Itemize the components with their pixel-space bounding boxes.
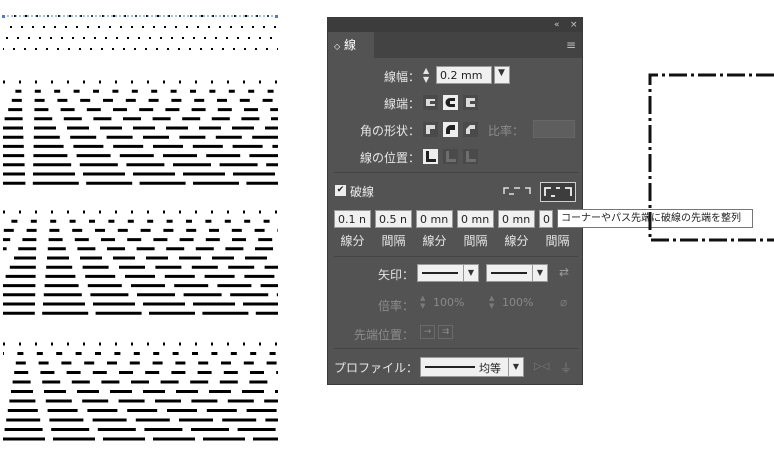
cap-label: 線端： [383, 97, 420, 111]
stepper-icon: ▲ ▼ [420, 294, 426, 310]
gap-label: 間隔 [463, 234, 488, 248]
divider [334, 172, 578, 173]
butt-cap-button[interactable] [423, 95, 438, 110]
gap-input[interactable]: 0 [539, 210, 553, 228]
dashed-label: 破線 [350, 185, 375, 199]
tab-stroke[interactable]: ◇ 線 [328, 32, 374, 58]
chevron-down-icon: ▼ [532, 265, 547, 281]
dash-label: 線分 [504, 234, 529, 248]
gap-label: 間隔 [381, 234, 406, 248]
bevel-join-icon [466, 125, 475, 134]
projecting-cap-icon [466, 98, 475, 107]
gap-input[interactable]: 0 mn [457, 210, 494, 228]
selection-handle [2, 15, 5, 18]
bevel-join-button[interactable] [463, 122, 478, 137]
profile-line-preview [425, 366, 475, 368]
stepper-down-icon[interactable]: ▼ [423, 75, 433, 84]
tip-extend-button: → [420, 325, 435, 339]
flip-horizontal-icon: ▷◁ [534, 361, 550, 372]
stroke-panel: « × ◇ 線 ≡ 線幅： ▲ ▼ 0.2 mm ▼ 線端： 角の形状： 比率： [327, 17, 583, 385]
end-scale-input: 100% [502, 296, 534, 309]
align-outside-icon [466, 151, 476, 162]
dash-label: 線分 [422, 234, 447, 248]
swap-arrows-icon[interactable]: ⇄ [559, 265, 569, 279]
chevron-down-icon: ▼ [498, 68, 505, 78]
gap-input[interactable]: 0.5 n [375, 210, 412, 228]
align-label: 線の位置： [359, 151, 420, 165]
dash-input[interactable]: 0.1 n [334, 210, 371, 228]
selection-handle [275, 15, 278, 18]
preserve-dash-button[interactable] [501, 182, 535, 200]
divider [334, 256, 578, 257]
ratio-label: 比率： [488, 124, 525, 138]
end-arrow-dropdown[interactable]: ▼ [486, 264, 548, 282]
miter-join-button[interactable] [423, 122, 438, 137]
scale-label: 倍率： [377, 299, 414, 313]
stepper-up-icon[interactable]: ▲ [423, 66, 433, 75]
line-preview [491, 272, 527, 274]
round-join-button[interactable] [443, 122, 458, 137]
corner-label: 角の形状： [359, 124, 420, 138]
pattern-lines [3, 15, 278, 441]
projecting-cap-button[interactable] [463, 95, 478, 110]
weight-input[interactable]: 0.2 mm [436, 66, 492, 84]
panel-menu-icon[interactable]: ≡ [566, 38, 576, 52]
link-icon: ⌀ [560, 295, 568, 309]
tab-stroke-label: 線 [343, 38, 356, 52]
ratio-input [533, 120, 575, 138]
panel-titlebar: « × [328, 18, 582, 32]
arrow-label: 矢印： [377, 268, 414, 282]
round-join-icon [446, 125, 455, 134]
stepper-icon: ▲ ▼ [489, 294, 495, 310]
dash-align-icon [544, 187, 572, 197]
start-arrow-dropdown[interactable]: ▼ [417, 264, 479, 282]
dash-exact-icon [503, 187, 531, 195]
round-cap-button[interactable] [443, 95, 458, 110]
align-dash-corners-button[interactable] [540, 182, 576, 202]
dashed-checkbox[interactable]: ✔ [335, 185, 346, 196]
panel-tabbar: ◇ 線 ≡ [328, 32, 582, 58]
weight-stepper[interactable]: ▲ ▼ [423, 66, 433, 84]
weight-dropdown[interactable]: ▼ [494, 66, 510, 84]
align-center-icon [426, 151, 436, 162]
round-cap-icon [445, 98, 455, 107]
profile-dropdown[interactable]: 均等 ▼ [420, 357, 524, 377]
tip-position-label: 先端位置： [353, 328, 414, 342]
tip-inside-button: ⇉ [438, 325, 453, 339]
weight-label: 線幅： [383, 70, 420, 84]
tab-chevron-icon: ◇ [334, 42, 341, 51]
dash-label: 線分 [340, 234, 365, 248]
align-outside-button[interactable] [463, 149, 478, 164]
chevron-down-icon: ▼ [508, 358, 523, 376]
dash-input[interactable]: 0 mn [416, 210, 453, 228]
profile-value: 均等 [479, 362, 501, 375]
chevron-down-icon: ▼ [463, 265, 478, 281]
gap-label: 間隔 [545, 234, 570, 248]
dashed-rectangle-preview [648, 73, 774, 242]
start-scale-input: 100% [433, 296, 465, 309]
dash-input[interactable]: 0 mn [498, 210, 535, 228]
dash-pattern-artwork [2, 15, 278, 441]
line-preview [422, 272, 458, 274]
align-inside-icon [446, 151, 456, 162]
collapse-icon[interactable]: « [554, 18, 560, 32]
close-icon[interactable]: × [570, 18, 578, 32]
profile-label: プロファイル： [333, 361, 418, 375]
align-center-button[interactable] [423, 149, 438, 164]
butt-cap-icon [426, 99, 435, 106]
align-inside-button[interactable] [443, 149, 458, 164]
flip-vertical-icon: ⏚ [560, 361, 573, 375]
divider [334, 348, 578, 349]
miter-join-icon [426, 125, 435, 134]
